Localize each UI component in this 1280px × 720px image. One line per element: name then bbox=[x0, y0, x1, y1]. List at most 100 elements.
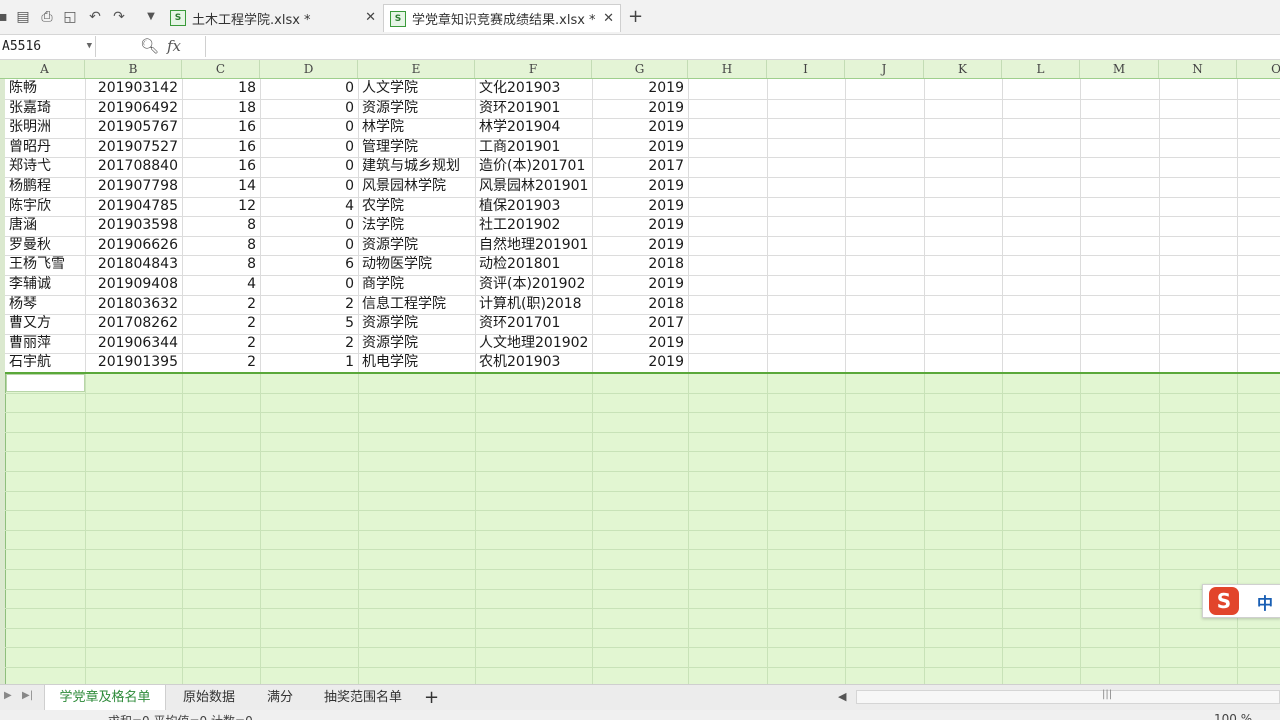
cell-b[interactable]: 201708840 bbox=[85, 157, 178, 176]
cell-e[interactable]: 机电学院 bbox=[362, 353, 474, 372]
cell-c[interactable]: 2 bbox=[182, 353, 256, 372]
cell-g[interactable]: 2018 bbox=[592, 255, 684, 274]
cell-c[interactable]: 8 bbox=[182, 216, 256, 235]
cell-f[interactable]: 社工201902 bbox=[479, 216, 591, 235]
cell-f[interactable]: 资评(本)201902 bbox=[479, 275, 591, 294]
column-header-l[interactable]: L bbox=[1002, 60, 1080, 78]
cell-e[interactable]: 风景园林学院 bbox=[362, 177, 474, 196]
cell-c[interactable]: 8 bbox=[182, 255, 256, 274]
cell-b[interactable]: 201907798 bbox=[85, 177, 178, 196]
cell-a[interactable]: 曾昭丹 bbox=[9, 138, 84, 157]
cell-e[interactable]: 林学院 bbox=[362, 118, 474, 137]
cell-f[interactable]: 风景园林201901 bbox=[479, 177, 591, 196]
cell-d[interactable]: 0 bbox=[260, 138, 354, 157]
scroll-left-icon[interactable]: ◀ bbox=[838, 690, 846, 703]
column-header-b[interactable]: B bbox=[85, 60, 182, 78]
cell-g[interactable]: 2019 bbox=[592, 79, 684, 98]
cell-c[interactable]: 18 bbox=[182, 99, 256, 118]
name-box[interactable]: A5516 ▼ bbox=[0, 36, 96, 57]
column-header-a[interactable]: A bbox=[5, 60, 85, 78]
cell-g[interactable]: 2019 bbox=[592, 138, 684, 157]
table-row[interactable]: 杨琴 201803632 2 2 信息工程学院 计算机(职)2018 2018 bbox=[0, 295, 1280, 314]
cell-d[interactable]: 0 bbox=[260, 236, 354, 255]
cell-g[interactable]: 2019 bbox=[592, 334, 684, 353]
cell-d[interactable]: 2 bbox=[260, 334, 354, 353]
dropdown-icon[interactable]: ▼ bbox=[142, 8, 160, 26]
cell-f[interactable]: 文化201903 bbox=[479, 79, 591, 98]
formula-input[interactable] bbox=[205, 36, 1280, 57]
cell-e[interactable]: 资源学院 bbox=[362, 334, 474, 353]
cell-g[interactable]: 2019 bbox=[592, 177, 684, 196]
cell-b[interactable]: 201903598 bbox=[85, 216, 178, 235]
cell-a[interactable]: 李辅诚 bbox=[9, 275, 84, 294]
cell-f[interactable]: 人文地理201902 bbox=[479, 334, 591, 353]
cell-d[interactable]: 0 bbox=[260, 157, 354, 176]
sheet-tab-lottery-list[interactable]: 抽奖范围名单 bbox=[308, 685, 418, 710]
save-icon[interactable]: ▪ bbox=[0, 8, 12, 26]
cell-d[interactable]: 5 bbox=[260, 314, 354, 333]
table-row[interactable]: 陈宇欣 201904785 12 4 农学院 植保201903 2019 bbox=[0, 197, 1280, 216]
cell-f[interactable]: 资环201701 bbox=[479, 314, 591, 333]
cell-c[interactable]: 16 bbox=[182, 157, 256, 176]
column-header-j[interactable]: J bbox=[845, 60, 924, 78]
cell-a[interactable]: 陈宇欣 bbox=[9, 197, 84, 216]
spreadsheet-grid[interactable]: ABCDEFGHIJKLMNO 陈畅 201903142 18 0 人文学院 文化2019… bbox=[0, 60, 1280, 684]
cell-a[interactable]: 陈畅 bbox=[9, 79, 84, 98]
cell-b[interactable]: 201906344 bbox=[85, 334, 178, 353]
cell-g[interactable]: 2019 bbox=[592, 216, 684, 235]
ime-mode-indicator[interactable]: 中 bbox=[1257, 590, 1273, 614]
cell-e[interactable]: 建筑与城乡规划 bbox=[362, 157, 474, 176]
cell-e[interactable]: 人文学院 bbox=[362, 79, 474, 98]
cell-b[interactable]: 201906492 bbox=[85, 99, 178, 118]
cell-a[interactable]: 石宇航 bbox=[9, 353, 84, 372]
cell-d[interactable]: 2 bbox=[260, 295, 354, 314]
table-row[interactable]: 陈畅 201903142 18 0 人文学院 文化201903 2019 bbox=[0, 79, 1280, 98]
cell-f[interactable]: 林学201904 bbox=[479, 118, 591, 137]
table-row[interactable]: 曾昭丹 201907527 16 0 管理学院 工商201901 2019 bbox=[0, 138, 1280, 157]
cell-b[interactable]: 201905767 bbox=[85, 118, 178, 137]
column-header-g[interactable]: G bbox=[592, 60, 688, 78]
cell-d[interactable]: 0 bbox=[260, 118, 354, 137]
cell-f[interactable]: 自然地理201901 bbox=[479, 236, 591, 255]
cell-a[interactable]: 杨琴 bbox=[9, 295, 84, 314]
table-row[interactable]: 李辅诚 201909408 4 0 商学院 资评(本)201902 2019 bbox=[0, 275, 1280, 294]
cell-f[interactable]: 农机201903 bbox=[479, 353, 591, 372]
cell-c[interactable]: 8 bbox=[182, 236, 256, 255]
cell-f[interactable]: 计算机(职)2018 bbox=[479, 295, 591, 314]
new-tab-plus-icon[interactable]: + bbox=[628, 6, 643, 27]
export-pdf-icon[interactable]: ▤ bbox=[14, 8, 32, 26]
cell-e[interactable]: 资源学院 bbox=[362, 236, 474, 255]
cell-a[interactable]: 张嘉琦 bbox=[9, 99, 84, 118]
cell-d[interactable]: 1 bbox=[260, 353, 354, 372]
input-method-toolbar[interactable]: S 中 bbox=[1202, 584, 1280, 618]
cell-g[interactable]: 2017 bbox=[592, 157, 684, 176]
close-icon[interactable]: ✕ bbox=[603, 11, 614, 26]
column-header-d[interactable]: D bbox=[260, 60, 358, 78]
table-row[interactable]: 杨鹏程 201907798 14 0 风景园林学院 风景园林201901 2019 bbox=[0, 177, 1280, 196]
cell-c[interactable]: 14 bbox=[182, 177, 256, 196]
cell-c[interactable]: 12 bbox=[182, 197, 256, 216]
cell-f[interactable]: 资环201901 bbox=[479, 99, 591, 118]
column-header-h[interactable]: H bbox=[688, 60, 767, 78]
cell-b[interactable]: 201708262 bbox=[85, 314, 178, 333]
cell-e[interactable]: 法学院 bbox=[362, 216, 474, 235]
sheet-tab-full-score[interactable]: 满分 bbox=[254, 685, 306, 710]
cell-b[interactable]: 201901395 bbox=[85, 353, 178, 372]
cell-d[interactable]: 0 bbox=[260, 216, 354, 235]
active-cell[interactable] bbox=[6, 374, 85, 392]
cell-b[interactable]: 201907527 bbox=[85, 138, 178, 157]
cell-g[interactable]: 2019 bbox=[592, 353, 684, 372]
cell-a[interactable]: 王杨飞雪 bbox=[9, 255, 84, 274]
sheet-tab-pass-list[interactable]: 学党章及格名单 bbox=[44, 685, 166, 710]
chevron-down-icon[interactable]: ▼ bbox=[87, 36, 92, 57]
close-icon[interactable]: ✕ bbox=[365, 10, 376, 25]
print-preview-icon[interactable]: ◱ bbox=[61, 8, 79, 26]
cell-f[interactable]: 造价(本)201701 bbox=[479, 157, 591, 176]
table-row[interactable]: 石宇航 201901395 2 1 机电学院 农机201903 2019 bbox=[0, 353, 1280, 372]
cell-c[interactable]: 18 bbox=[182, 79, 256, 98]
cell-a[interactable]: 曹丽萍 bbox=[9, 334, 84, 353]
cell-e[interactable]: 管理学院 bbox=[362, 138, 474, 157]
first-sheet-icon[interactable]: ▶ bbox=[4, 690, 12, 701]
cell-c[interactable]: 4 bbox=[182, 275, 256, 294]
cell-a[interactable]: 曹又方 bbox=[9, 314, 84, 333]
